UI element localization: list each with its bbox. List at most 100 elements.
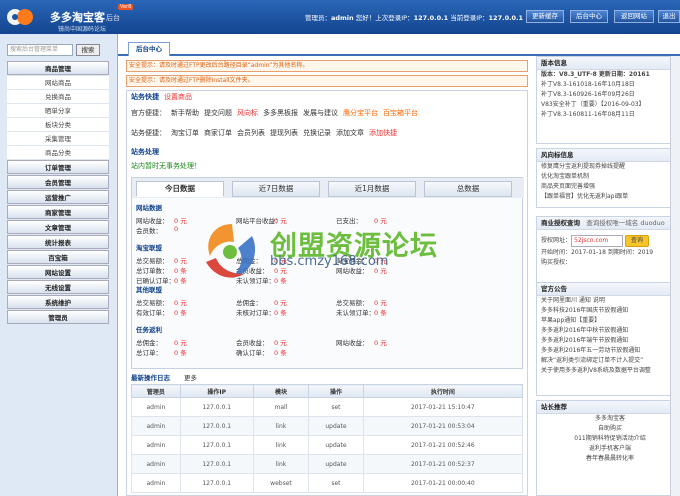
- list-item[interactable]: 【跟单福音】优化无返利api跟单: [537, 192, 679, 202]
- stats-value: 0 条: [174, 277, 187, 285]
- wind-title: 风向标信息: [537, 149, 679, 162]
- menu-section-11[interactable]: 管理员: [7, 310, 109, 324]
- menu-item[interactable]: 晒单分享: [7, 104, 109, 118]
- app-title-sub: 后台: [106, 14, 120, 22]
- shortcut-link[interactable]: 淘宝订单: [171, 129, 199, 137]
- list-item[interactable]: 多多返利2016年端午节放假通知: [537, 336, 679, 346]
- menu-item[interactable]: 采集管理: [7, 132, 109, 146]
- settings-link[interactable]: 设置商品: [164, 93, 192, 101]
- menu-section-1[interactable]: 订单管理: [7, 160, 109, 174]
- log-header: 执行时间: [362, 384, 524, 398]
- shortcut-link[interactable]: 鹰分宝平台: [343, 109, 378, 117]
- stats-section-title: 任务返利: [136, 326, 162, 334]
- shortcut-link[interactable]: 提现列表: [270, 129, 298, 137]
- list-item[interactable]: 优化淘宝跟单机制: [537, 172, 679, 182]
- menu-section-3[interactable]: 运营推广: [7, 190, 109, 204]
- menu-item[interactable]: 板块分类: [7, 118, 109, 132]
- official-title: 官方公告: [537, 283, 679, 296]
- refresh-cache-button[interactable]: 更新缓存: [526, 10, 564, 23]
- table-cell: link: [252, 435, 310, 455]
- logout-button[interactable]: 退出: [658, 10, 680, 23]
- tab-total[interactable]: 总数据: [424, 181, 512, 197]
- stats-value: 0 元: [174, 257, 187, 265]
- table-cell: link: [252, 416, 310, 436]
- stats-value: 0 条: [274, 309, 287, 317]
- menu-section-6[interactable]: 统计报表: [7, 235, 109, 249]
- list-item[interactable]: 多多淘宝客: [537, 414, 679, 424]
- menu-section-9[interactable]: 无线设置: [7, 280, 109, 294]
- license-domain-input[interactable]: 52jscn.com: [571, 235, 624, 247]
- license-buy[interactable]: 购买授权：: [537, 258, 679, 268]
- list-item[interactable]: 修复鹰分宝返利提现券掉线提醒: [537, 162, 679, 172]
- stats-label: 总交易额：: [136, 257, 169, 265]
- shortcut-link[interactable]: 多多黑板报: [263, 109, 298, 117]
- table-cell: 127.0.0.1: [179, 435, 254, 455]
- list-item[interactable]: 补丁V8.3-160926-16年09月26日: [537, 90, 679, 100]
- menu-section-2[interactable]: 会员管理: [7, 175, 109, 189]
- app-tagline: 镜尚中国源码论坛: [58, 26, 107, 33]
- stats-value: 0 元: [274, 339, 287, 347]
- back-to-site-button[interactable]: 返回网站: [614, 10, 654, 23]
- list-item[interactable]: 补丁V8.3-160811-16年08月11日: [537, 110, 679, 120]
- list-item[interactable]: 多多科技2016年国庆节放假通知: [537, 306, 679, 316]
- shortcut-link[interactable]: 会员列表: [237, 129, 265, 137]
- list-item[interactable]: 苹果app通知【重要】: [537, 316, 679, 326]
- list-item[interactable]: 011期销科特促销活动介绍: [537, 434, 679, 444]
- menu-section-5[interactable]: 文章管理: [7, 220, 109, 234]
- table-cell: admin: [131, 454, 181, 474]
- site-shortcuts: 站务便捷： 淘宝订单 商家订单 会员列表 提现列表 兑换记录 添加文章 添加快捷: [131, 128, 402, 138]
- admin-center-button[interactable]: 后台中心: [570, 10, 608, 23]
- log-header: 管理员: [131, 384, 181, 398]
- menu-section-10[interactable]: 系统维护: [7, 295, 109, 309]
- shortcut-link[interactable]: 百宝箱平台: [383, 109, 418, 117]
- stats-label: 网站收益：: [336, 339, 369, 347]
- stats-label: 有效订单：: [136, 309, 169, 317]
- license-query-button[interactable]: 查询: [624, 235, 649, 247]
- menu-search-button[interactable]: 搜索: [76, 44, 100, 56]
- shortcut-link[interactable]: 商家订单: [204, 129, 232, 137]
- shortcut-link[interactable]: 风向标: [237, 109, 258, 117]
- table-cell: 2017-01-21 00:53:04: [362, 416, 524, 436]
- menu-section-0[interactable]: 商品管理: [7, 61, 109, 75]
- list-item[interactable]: 解决“返利类引流绑定订单不计入提交”: [537, 356, 679, 366]
- table-cell: admin: [131, 435, 181, 455]
- menu-section-8[interactable]: 网站设置: [7, 265, 109, 279]
- shortcut-link[interactable]: 发展与建议: [303, 109, 338, 117]
- menu-item[interactable]: 商品分类: [7, 146, 109, 160]
- shortcut-link[interactable]: 添加文章: [336, 129, 364, 137]
- tab-admin-center[interactable]: 后台中心: [128, 42, 170, 56]
- scrollbar[interactable]: [670, 56, 680, 496]
- menu-item[interactable]: 兑换商品: [7, 90, 109, 104]
- stats-value: 0 元: [174, 339, 187, 347]
- menu-item[interactable]: 网站商品: [7, 76, 109, 90]
- menu-search-input[interactable]: 搜索后台管理菜单: [7, 44, 73, 56]
- list-item[interactable]: 关于使用多多返利V8系统及数据平台调整: [537, 366, 679, 376]
- login-info: 管理员：admin 您好！上次登录IP：127.0.0.1 当前登录IP：127…: [305, 14, 524, 22]
- list-item[interactable]: 补丁V8.3-161018-16年10月18日: [537, 80, 679, 90]
- list-item[interactable]: 返利手机客户端: [537, 444, 679, 454]
- table-row: admin 127.0.0.1 webset set 2017-01-21 00:00:…: [131, 473, 524, 493]
- menu-section-4[interactable]: 商家管理: [7, 205, 109, 219]
- list-item[interactable]: 多多返利2016年中秋节放假通知: [537, 326, 679, 336]
- stats-label: 确认订单：: [236, 349, 269, 357]
- watermark-logo-icon: [206, 224, 256, 278]
- list-item[interactable]: 关于网里面川 通知 说明: [537, 296, 679, 306]
- table-cell: update: [308, 454, 364, 474]
- stats-value: 0 条: [274, 349, 287, 357]
- list-item[interactable]: V83安全补丁（重要）【2016-09-03】: [537, 100, 679, 110]
- list-item[interactable]: 自助购买: [537, 424, 679, 434]
- shortcut-link[interactable]: 添加快捷: [369, 129, 397, 137]
- list-item[interactable]: 商品夹页面完善增强: [537, 182, 679, 192]
- tab-7days[interactable]: 近7日数据: [232, 181, 320, 197]
- tab-today[interactable]: 今日数据: [136, 181, 224, 197]
- shortcut-link[interactable]: 新手帮助: [171, 109, 199, 117]
- menu-section-7[interactable]: 百宝箱: [7, 250, 109, 264]
- log-more-link[interactable]: 更多: [184, 374, 197, 382]
- shortcut-link[interactable]: 兑换记录: [303, 129, 331, 137]
- list-item[interactable]: 多多返利2016年五一劳动节放假通知: [537, 346, 679, 356]
- tab-1month[interactable]: 近1月数据: [328, 181, 416, 197]
- list-item[interactable]: 春年春晨晨转化率: [537, 454, 679, 464]
- license-dates: 开始时间：2017-01-18 到期时间：2019: [541, 249, 654, 256]
- table-row: admin 127.0.0.1 link update 2017-01-21 00:53…: [131, 416, 524, 436]
- shortcut-link[interactable]: 提交问题: [204, 109, 232, 117]
